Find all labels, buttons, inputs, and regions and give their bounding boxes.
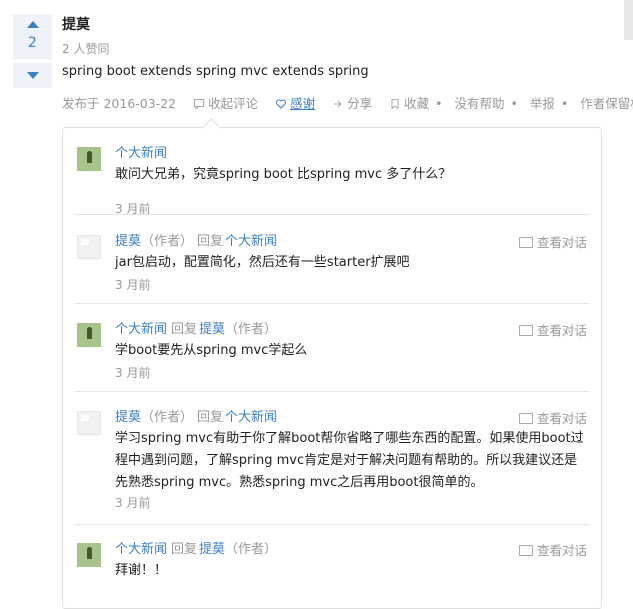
- comment-author[interactable]: 个大新闻: [115, 322, 167, 337]
- avatar[interactable]: [77, 411, 101, 435]
- avatar[interactable]: [77, 235, 101, 259]
- divider: [75, 303, 589, 304]
- view-conversation-button[interactable]: 查看对话: [518, 232, 587, 251]
- triangle-up-icon: [27, 21, 39, 28]
- comment-text: 学习spring mvc有助于你了解boot帮你省略了哪些东西的配置。如果使用b…: [115, 431, 584, 490]
- triangle-down-icon: [27, 72, 39, 79]
- dialog-icon: [518, 545, 533, 556]
- avatar[interactable]: [77, 323, 101, 347]
- comment-item: 个大新闻 回复 提莫（作者） 查看对话 学boot要先从spring mvc学起么 …: [75, 318, 589, 390]
- avatar[interactable]: [77, 147, 101, 171]
- reply-label: 回复: [197, 410, 224, 425]
- comment-item: 提莫（作者） 回复 个大新闻 查看对话 jar包启动，配置简化，然后还有一些star…: [75, 230, 589, 302]
- view-conversation-button[interactable]: 查看对话: [518, 408, 587, 427]
- reply-to-role: （作者）: [225, 542, 278, 557]
- upvote-button[interactable]: 2: [13, 14, 52, 59]
- collapse-comments-button[interactable]: 收起评论: [194, 93, 258, 112]
- reply-to-user[interactable]: 提莫: [199, 322, 225, 337]
- reply-to-role: （作者）: [225, 322, 278, 337]
- reply-label: 回复: [197, 234, 224, 249]
- author-role: （作者）: [141, 234, 194, 249]
- report-button[interactable]: 举报: [530, 93, 555, 112]
- comment-panel: 个大新闻 敢问大兄弟，究竟spring boot 比spring mvc 多了什…: [62, 118, 602, 609]
- reply-to-user[interactable]: 提莫: [199, 542, 225, 557]
- comment-time: 3 月前: [115, 366, 151, 380]
- view-conversation-button[interactable]: 查看对话: [518, 540, 587, 559]
- reply-label: 回复: [171, 322, 198, 337]
- reply-label: 回复: [171, 542, 198, 557]
- comment-item: 个大新闻 回复 提莫（作者） 查看对话 拜谢！！: [75, 538, 589, 598]
- thanks-button[interactable]: 感谢: [276, 93, 315, 112]
- share-arrow-icon: [334, 100, 342, 108]
- publish-date[interactable]: 发布于 2016-03-22: [62, 93, 176, 112]
- comment-text: 拜谢！！: [115, 563, 168, 578]
- answer-body: spring boot extends spring mvc extends s…: [62, 64, 369, 79]
- scrollbar[interactable]: [624, 0, 633, 40]
- comment-author[interactable]: 个大新闻: [115, 146, 167, 161]
- view-conversation-button[interactable]: 查看对话: [518, 320, 587, 339]
- copyright-link[interactable]: 作者保留权利: [580, 93, 633, 112]
- reply-to-user[interactable]: 个大新闻: [225, 234, 277, 249]
- comment-time: 3 月前: [115, 496, 151, 510]
- avatar[interactable]: [77, 543, 101, 567]
- comment-time: 3 月前: [115, 278, 151, 292]
- downvote-button[interactable]: [13, 63, 52, 88]
- vote-box: 2: [13, 14, 52, 88]
- comment-text: 敢问大兄弟，究竟spring boot 比spring mvc 多了什么？: [115, 167, 452, 182]
- dialog-icon: [518, 413, 533, 424]
- heart-icon: [276, 99, 287, 109]
- answer-actions: 发布于 2016-03-22 收起评论 感谢 分享 收藏 • 没有帮助 • 举报 •…: [62, 93, 633, 112]
- divider: [75, 524, 589, 525]
- answer-author[interactable]: 提莫: [62, 14, 90, 34]
- share-button[interactable]: 分享: [333, 93, 372, 112]
- agree-count[interactable]: 2 人赞同: [62, 40, 109, 57]
- no-help-button[interactable]: 没有帮助: [454, 93, 504, 112]
- bookmark-icon: [391, 99, 399, 109]
- dialog-icon: [518, 237, 533, 248]
- comment-author[interactable]: 提莫: [115, 234, 141, 249]
- comment-item: 提莫（作者） 回复 个大新闻 查看对话 学习spring mvc有助于你了解boot…: [75, 406, 589, 524]
- author-role: （作者）: [141, 410, 194, 425]
- comment-author[interactable]: 个大新闻: [115, 542, 167, 557]
- collect-button[interactable]: 收藏: [390, 93, 429, 112]
- dialog-icon: [518, 325, 533, 336]
- comment-text: 学boot要先从spring mvc学起么: [115, 343, 308, 358]
- panel-caret: [202, 118, 221, 137]
- comment-text: jar包启动，配置简化，然后还有一些starter扩展吧: [115, 255, 410, 270]
- divider: [75, 391, 589, 392]
- comment-item: 个大新闻 敢问大兄弟，究竟spring boot 比spring mvc 多了什…: [75, 142, 589, 216]
- divider: [75, 214, 589, 215]
- vote-count: 2: [28, 35, 37, 51]
- comment-author[interactable]: 提莫: [115, 410, 141, 425]
- comment-icon: [194, 99, 205, 109]
- reply-to-user[interactable]: 个大新闻: [225, 410, 277, 425]
